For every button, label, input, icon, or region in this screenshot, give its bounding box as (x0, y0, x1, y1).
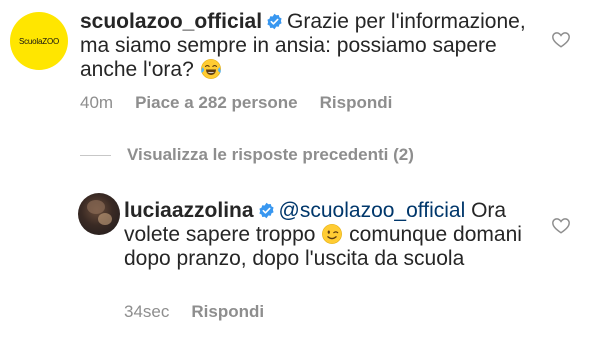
comment-body: scuolazoo_official Grazie per l'informazi… (80, 10, 550, 82)
like-heart-icon[interactable] (551, 216, 571, 234)
winking-face-icon (322, 224, 343, 244)
view-replies-label: Visualizza le risposte precedenti (2) (127, 145, 414, 164)
face-with-tears-of-joy-icon (200, 59, 221, 79)
reply-meta: 34sec Rispondi (124, 302, 264, 322)
comment-thread: ScuolaZOO scuolazoo_official Grazie per l… (0, 0, 600, 337)
verified-badge-icon (258, 202, 274, 219)
avatar-scuolazoo[interactable]: ScuolaZOO (10, 12, 68, 70)
comment-meta: 40m Piace a 282 persone Rispondi (80, 93, 392, 113)
reply-time: 34sec (124, 302, 170, 321)
mention-link[interactable]: @scuolazoo_official (279, 199, 466, 222)
reply-button[interactable]: Rispondi (191, 302, 264, 322)
reply-body: luciaazzolina @scuolazoo_official Ora vol… (124, 199, 539, 271)
replies-divider-line (80, 154, 111, 156)
likes-count-link[interactable]: Piace a 282 persone (135, 93, 298, 113)
verified-badge-icon (267, 13, 282, 30)
avatar-logo: ScuolaZOO (19, 37, 59, 46)
comment-time: 40m (80, 93, 114, 112)
comment-username[interactable]: scuolazoo_official (80, 10, 262, 33)
reply-button[interactable]: Rispondi (320, 93, 393, 113)
reply-username[interactable]: luciaazzolina (124, 199, 254, 222)
view-previous-replies-button[interactable]: Visualizza le risposte precedenti (2) (80, 145, 414, 165)
avatar-logo-text: ScuolaZOO (19, 36, 59, 46)
like-heart-icon[interactable] (551, 30, 571, 48)
avatar-luciaazzolina[interactable] (78, 193, 120, 235)
